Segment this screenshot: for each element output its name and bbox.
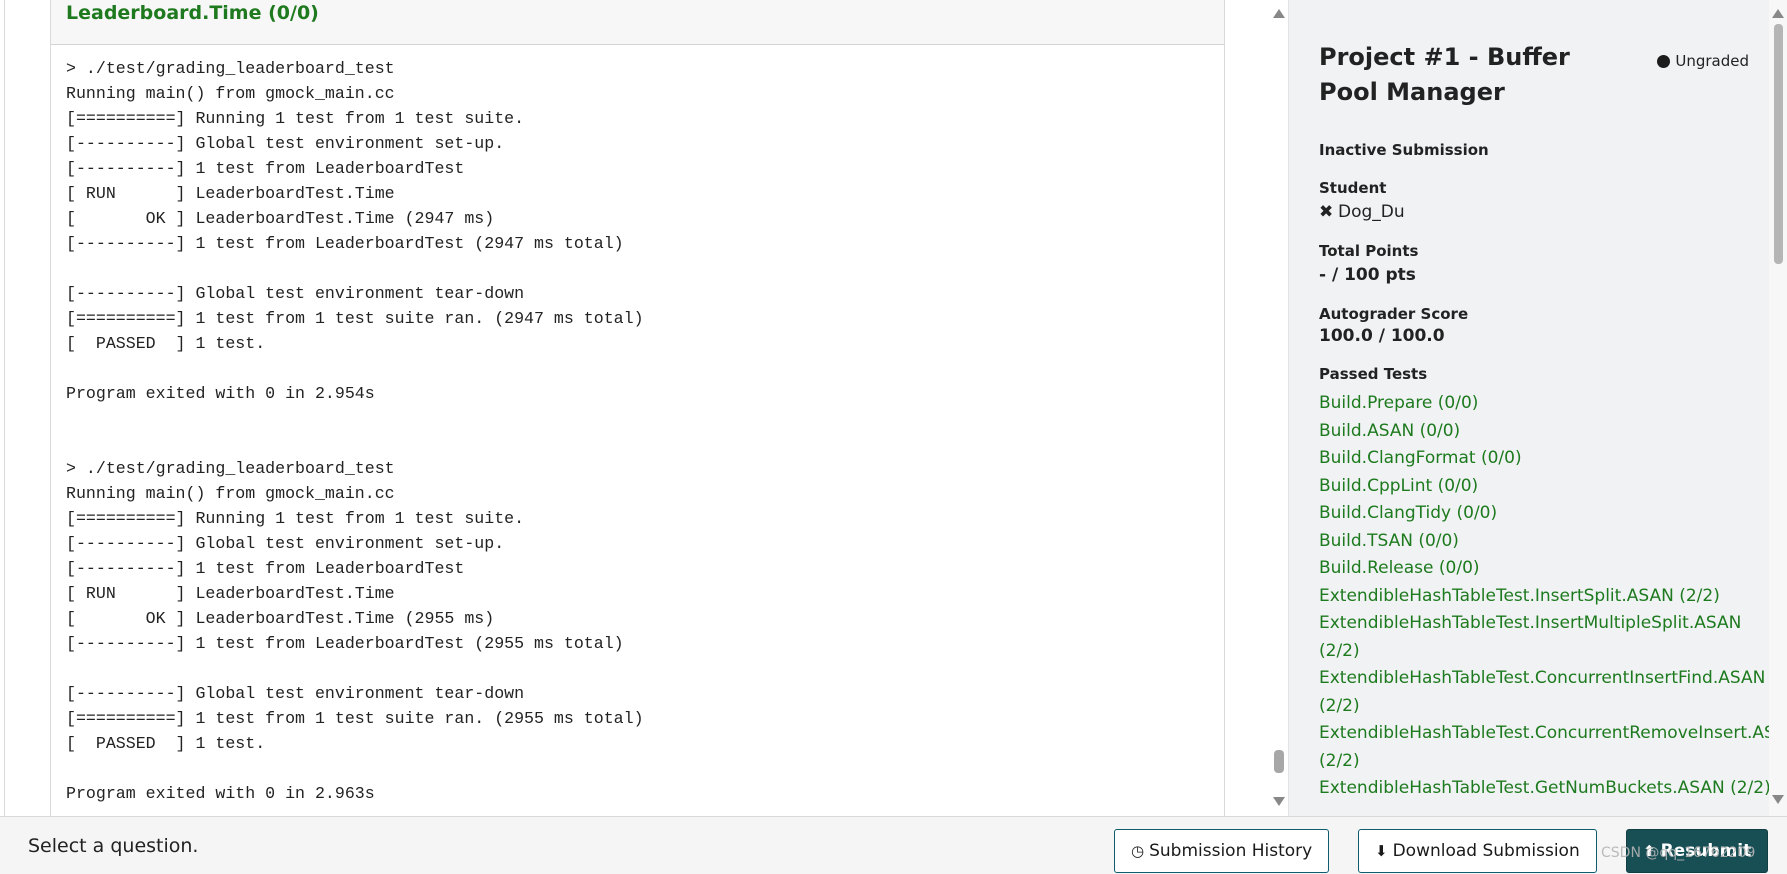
divider <box>4 0 5 816</box>
scroll-up-arrow-icon[interactable] <box>1273 9 1285 18</box>
student-row: ✖ Dog_Du <box>1319 200 1749 224</box>
submission-history-label: Submission History <box>1149 841 1313 861</box>
status-badge: Ungraded <box>1657 52 1749 70</box>
scroll-down-arrow-icon[interactable] <box>1772 795 1784 804</box>
autograder-score-label: Autograder Score <box>1319 305 1469 323</box>
passed-test-item[interactable]: ExtendibleHashTableTest.ConcurrentRemove… <box>1319 720 1769 748</box>
action-bar: Select a question. ◷ Submission History … <box>0 816 1787 874</box>
resubmit-button[interactable]: ⬆ Resubmit <box>1626 829 1769 873</box>
submission-state: Inactive Submission <box>1319 141 1489 159</box>
passed-test-item[interactable]: Build.Prepare (0/0) <box>1319 390 1749 418</box>
test-console-output: > ./test/grading_leaderboard_test Runnin… <box>66 59 644 803</box>
test-title: Leaderboard.Time (0/0) <box>66 2 319 24</box>
total-points-label: Total Points <box>1319 242 1419 260</box>
passed-test-item[interactable]: Build.TSAN (0/0) <box>1319 528 1749 556</box>
download-icon: ⬇ <box>1375 842 1388 860</box>
passed-tests-label: Passed Tests <box>1319 365 1428 383</box>
student-label: Student <box>1319 179 1387 197</box>
scroll-up-arrow-icon[interactable] <box>1772 9 1784 18</box>
passed-test-item[interactable]: (2/2) <box>1319 693 1749 721</box>
autograder-score-value: 100.0 / 100.0 <box>1319 326 1445 346</box>
passed-test-item[interactable]: Build.ClangFormat (0/0) <box>1319 445 1749 473</box>
resubmit-label: Resubmit <box>1660 841 1752 861</box>
status-label: Ungraded <box>1675 52 1749 70</box>
passed-test-item[interactable]: Build.ClangTidy (0/0) <box>1319 500 1749 528</box>
passed-test-item[interactable]: ExtendibleHashTableTest.InsertMultipleSp… <box>1319 610 1749 638</box>
clock-icon: ◷ <box>1131 842 1145 860</box>
passed-test-item[interactable]: (2/2) <box>1319 638 1749 666</box>
passed-test-item[interactable]: ExtendibleHashTableTest.GetNumBuckets.AS… <box>1319 775 1769 803</box>
test-header: Leaderboard.Time (0/0) <box>51 0 1224 45</box>
output-scrollbar[interactable] <box>1270 0 1288 816</box>
x-mark-icon: ✖ <box>1319 202 1334 222</box>
assignment-title: Project #1 - Buffer Pool Manager <box>1319 43 1570 106</box>
sidebar-scrollbar[interactable] <box>1769 0 1787 816</box>
student-name: Dog_Du <box>1338 202 1405 222</box>
submission-sidebar: Project #1 - Buffer Pool Manager Ungrade… <box>1288 0 1769 816</box>
passed-test-item[interactable]: (2/2) <box>1319 748 1749 776</box>
passed-tests-list: Build.Prepare (0/0) Build.ASAN (0/0) Bui… <box>1319 390 1769 803</box>
upload-icon: ⬆ <box>1643 842 1656 860</box>
download-submission-button[interactable]: ⬇ Download Submission <box>1358 829 1597 873</box>
total-points-value: - / 100 pts <box>1319 265 1416 285</box>
test-result-panel: Leaderboard.Time (0/0) > ./test/grading_… <box>50 0 1225 816</box>
passed-test-item[interactable]: ExtendibleHashTableTest.InsertSplit.ASAN… <box>1319 583 1749 611</box>
submission-history-button[interactable]: ◷ Submission History <box>1114 829 1330 873</box>
passed-test-item[interactable]: Build.ASAN (0/0) <box>1319 418 1749 446</box>
passed-test-item[interactable]: Build.Release (0/0) <box>1319 555 1749 583</box>
scroll-down-arrow-icon[interactable] <box>1273 797 1285 806</box>
passed-test-item[interactable]: ExtendibleHashTableTest.ConcurrentInsert… <box>1319 665 1765 693</box>
status-dot-icon <box>1657 54 1671 68</box>
scrollbar-thumb[interactable] <box>1774 24 1783 264</box>
question-prompt: Select a question. <box>28 835 199 857</box>
passed-test-item[interactable]: Build.CppLint (0/0) <box>1319 473 1749 501</box>
scrollbar-thumb[interactable] <box>1274 750 1284 773</box>
download-submission-label: Download Submission <box>1392 841 1580 861</box>
test-output-pane: Leaderboard.Time (0/0) > ./test/grading_… <box>0 0 1280 816</box>
